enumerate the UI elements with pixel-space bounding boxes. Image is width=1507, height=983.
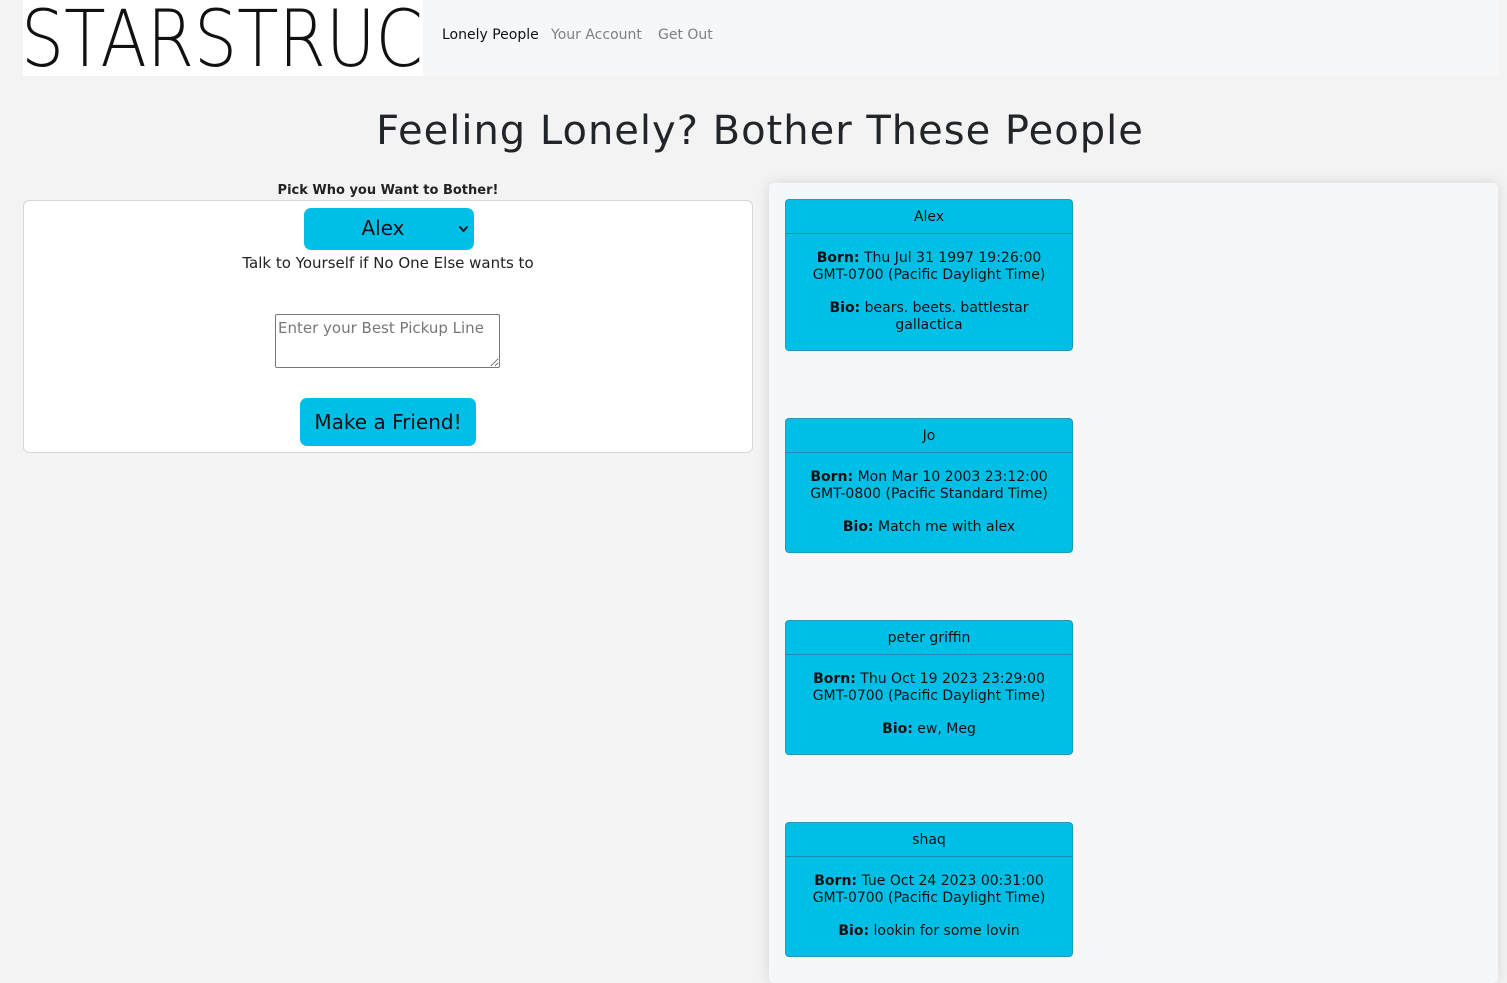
bio-label: Bio: <box>882 721 913 737</box>
chevron-down-icon <box>459 226 468 232</box>
nav-your-account[interactable]: Your Account <box>551 27 642 43</box>
profile-card[interactable]: Jo Born: Mon Mar 10 2003 23:12:00 GMT-08… <box>785 418 1073 553</box>
make-friend-button[interactable]: Make a Friend! <box>300 398 476 446</box>
profile-card[interactable]: peter griffin Born: Thu Oct 19 2023 23:2… <box>785 620 1073 755</box>
person-select-value: Alex <box>361 216 405 240</box>
bio-label: Bio: <box>838 923 870 939</box>
profile-card[interactable]: shaq Born: Tue Oct 24 2023 00:31:00 GMT-… <box>785 822 1073 957</box>
profile-bio: bears. beets. battlestar gallactica <box>864 300 1029 333</box>
born-label: Born: <box>810 469 854 485</box>
profile-card[interactable]: Alex Born: Thu Jul 31 1997 19:26:00 GMT-… <box>785 199 1073 351</box>
navbar: STARSTRUC Lonely People Your Account Get… <box>23 0 1499 76</box>
pick-label: Pick Who you Want to Bother! <box>277 183 499 198</box>
profile-name: shaq <box>786 823 1072 857</box>
nav-lonely-people[interactable]: Lonely People <box>442 27 539 43</box>
profiles-panel: Alex Born: Thu Jul 31 1997 19:26:00 GMT-… <box>769 183 1498 983</box>
profile-bio: lookin for some lovin <box>873 923 1020 939</box>
bio-label: Bio: <box>842 519 874 535</box>
profile-name: peter griffin <box>786 621 1072 655</box>
born-label: Born: <box>813 671 856 687</box>
self-talk-hint: Talk to Yourself if No One Else wants to <box>242 254 534 272</box>
nav-get-out[interactable]: Get Out <box>658 27 713 43</box>
svg-text:STARSTRUC: STARSTRUC <box>23 0 423 76</box>
profile-bio: Match me with alex <box>877 519 1016 535</box>
bio-label: Bio: <box>829 300 861 316</box>
born-label: Born: <box>816 250 860 266</box>
profile-bio: ew, Meg <box>917 721 976 737</box>
brand-logo[interactable]: STARSTRUC <box>23 0 423 76</box>
born-label: Born: <box>814 873 858 889</box>
page-title: Feeling Lonely? Bother These People <box>376 108 1144 154</box>
profile-name: Alex <box>786 200 1072 234</box>
pickup-line-input[interactable] <box>275 314 500 368</box>
profile-name: Jo <box>786 419 1072 453</box>
person-select[interactable]: Alex <box>304 208 474 250</box>
brand-logo-text: STARSTRUC <box>23 0 423 76</box>
friend-form: Alex Talk to Yourself if No One Else wan… <box>23 200 753 453</box>
